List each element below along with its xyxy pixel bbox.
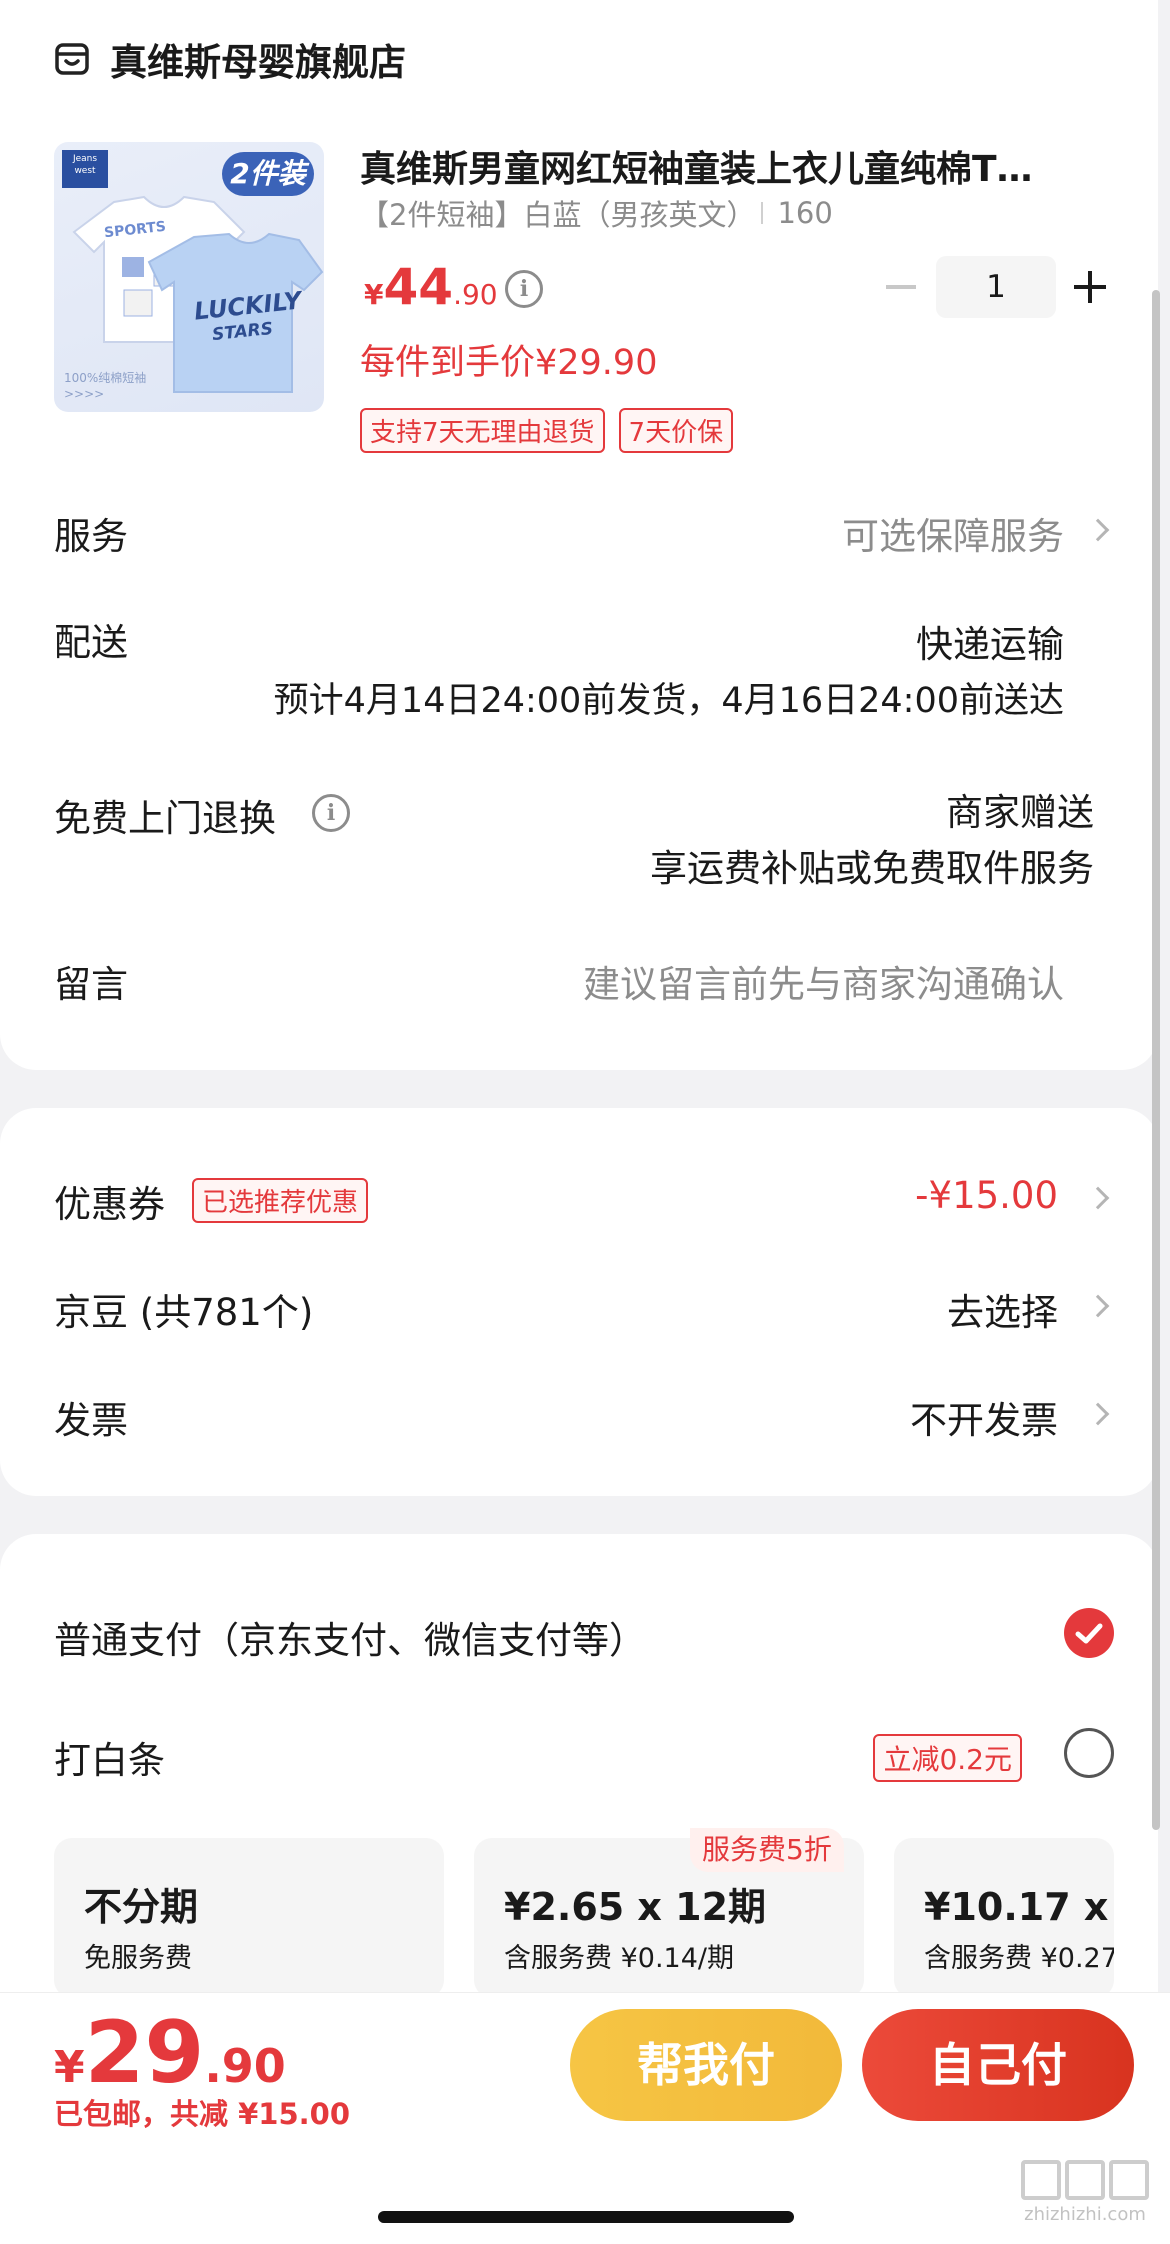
total-price: ¥29.90	[54, 2003, 286, 2103]
quantity-stepper: 1	[874, 256, 1114, 318]
return-tag: 支持7天无理由退货	[360, 408, 605, 453]
beans-label: 京豆 (共781个)	[54, 1291, 314, 1334]
coupon-value: -¥15.00	[915, 1174, 1058, 1217]
checkout-bar: ¥29.90 已包邮，共减 ¥15.00 帮我付 自己付	[0, 1992, 1170, 2244]
coupon-tag: 已选推荐优惠	[192, 1178, 369, 1223]
delivery-label: 配送	[54, 621, 128, 664]
delivery-row[interactable]: 配送 快递运输 预计4月14日24:00前发货，4月16日24:00前送达	[54, 612, 1114, 732]
coupon-label: 优惠券	[54, 1183, 165, 1226]
beans-row[interactable]: 京豆 (共781个) 去选择	[54, 1276, 1114, 1336]
cotton-note: 100%纯棉短袖>>>>	[64, 371, 147, 401]
price-protect-tag: 7天价保	[618, 408, 734, 453]
total-summary: 已包邮，共减 ¥15.00	[54, 2097, 351, 2131]
scrollbar[interactable]	[1152, 290, 1160, 1830]
service-value: 可选保障服务	[842, 515, 1064, 558]
service-row[interactable]: 服务 可选保障服务	[54, 500, 1114, 560]
plan-card[interactable]: 不分期 免服务费	[54, 1838, 444, 1998]
product-title[interactable]: 真维斯男童网红短袖童装上衣儿童纯棉T…	[360, 140, 1033, 192]
order-card: 真维斯母婴旗舰店 Jeans west 2件装 SPORTS LUCKILY S…	[0, 0, 1158, 1070]
watermark: zhizhizhi.com	[1010, 2160, 1160, 2225]
chevron-right-icon	[1086, 1294, 1110, 1318]
product-spec[interactable]: 【2件短袖】白蓝（男孩英文） 160	[360, 192, 833, 234]
radio-circle-icon[interactable]	[1064, 1728, 1114, 1778]
brand-logo: Jeans west	[62, 150, 108, 188]
baitiao-label: 打白条	[54, 1739, 165, 1782]
minus-button[interactable]	[880, 256, 920, 318]
chevron-right-icon	[1086, 1402, 1110, 1426]
quantity-input[interactable]: 1	[936, 256, 1056, 318]
plus-icon	[1074, 256, 1106, 318]
product-image[interactable]: Jeans west 2件装 SPORTS LUCKILY STARS 100%…	[54, 142, 324, 412]
check-circle-icon[interactable]	[1064, 1608, 1114, 1658]
delivery-method: 快递运输	[916, 623, 1064, 666]
invoice-value: 不开发票	[910, 1399, 1058, 1442]
chevron-right-icon	[1086, 518, 1110, 542]
shop-name: 真维斯母婴旗舰店	[110, 41, 406, 84]
minus-icon	[886, 285, 916, 289]
product-tags: 支持7天无理由退货 7天价保	[360, 408, 734, 453]
discount-card: 优惠券 已选推荐优惠 -¥15.00 京豆 (共781个) 去选择 发票 不开发…	[0, 1108, 1158, 1496]
normal-pay-row[interactable]: 普通支付（京东支付、微信支付等）	[54, 1604, 1114, 1664]
invoice-row[interactable]: 发票 不开发票	[54, 1384, 1114, 1444]
message-input[interactable]: 建议留言前先与商家沟通确认	[583, 954, 1064, 1008]
normal-pay-label: 普通支付（京东支付、微信支付等）	[54, 1619, 646, 1662]
home-indicator	[378, 2211, 794, 2223]
final-price: 每件到手价¥29.90	[360, 343, 658, 383]
price-info-icon[interactable]: i	[505, 270, 543, 308]
plan-card[interactable]: ¥10.17 x 3期 含服务费 ¥0.27/期	[894, 1838, 1114, 1998]
baitiao-row[interactable]: 打白条 立减0.2元	[54, 1724, 1114, 1784]
shop-header[interactable]: 真维斯母婴旗舰店	[54, 34, 406, 84]
product-price: ¥44.90	[364, 258, 498, 316]
service-label: 服务	[54, 515, 128, 558]
invoice-label: 发票	[54, 1399, 128, 1442]
delivery-eta: 预计4月14日24:00前发货，4月16日24:00前送达	[273, 681, 1064, 721]
spec-divider	[761, 202, 764, 224]
free-return-value: 商家赠送	[946, 791, 1094, 834]
self-pay-button[interactable]: 自己付	[862, 2009, 1134, 2121]
message-row[interactable]: 留言 建议留言前先与商家沟通确认	[54, 948, 1114, 1008]
free-return-row[interactable]: 免费上门退换 i 商家赠送 享运费补贴或免费取件服务	[54, 780, 1114, 890]
chevron-right-icon	[1086, 1186, 1110, 1210]
shop-icon	[54, 41, 90, 77]
plus-button[interactable]	[1070, 256, 1110, 318]
fee-discount-badge: 服务费5折	[690, 1828, 844, 1872]
free-return-desc: 享运费补贴或免费取件服务	[650, 847, 1094, 890]
baitiao-tag: 立减0.2元	[873, 1734, 1022, 1782]
message-label: 留言	[54, 963, 128, 1006]
coupon-row[interactable]: 优惠券 已选推荐优惠 -¥15.00	[54, 1168, 1114, 1228]
beans-value: 去选择	[947, 1291, 1058, 1334]
return-info-icon[interactable]: i	[312, 794, 350, 832]
watermark-text: zhizhizhi.com	[1024, 2204, 1146, 2225]
watermark-logo	[1010, 2160, 1160, 2204]
pack-badge: 2件装	[222, 152, 314, 196]
free-return-label: 免费上门退换	[54, 797, 276, 840]
help-pay-button[interactable]: 帮我付	[570, 2009, 842, 2121]
